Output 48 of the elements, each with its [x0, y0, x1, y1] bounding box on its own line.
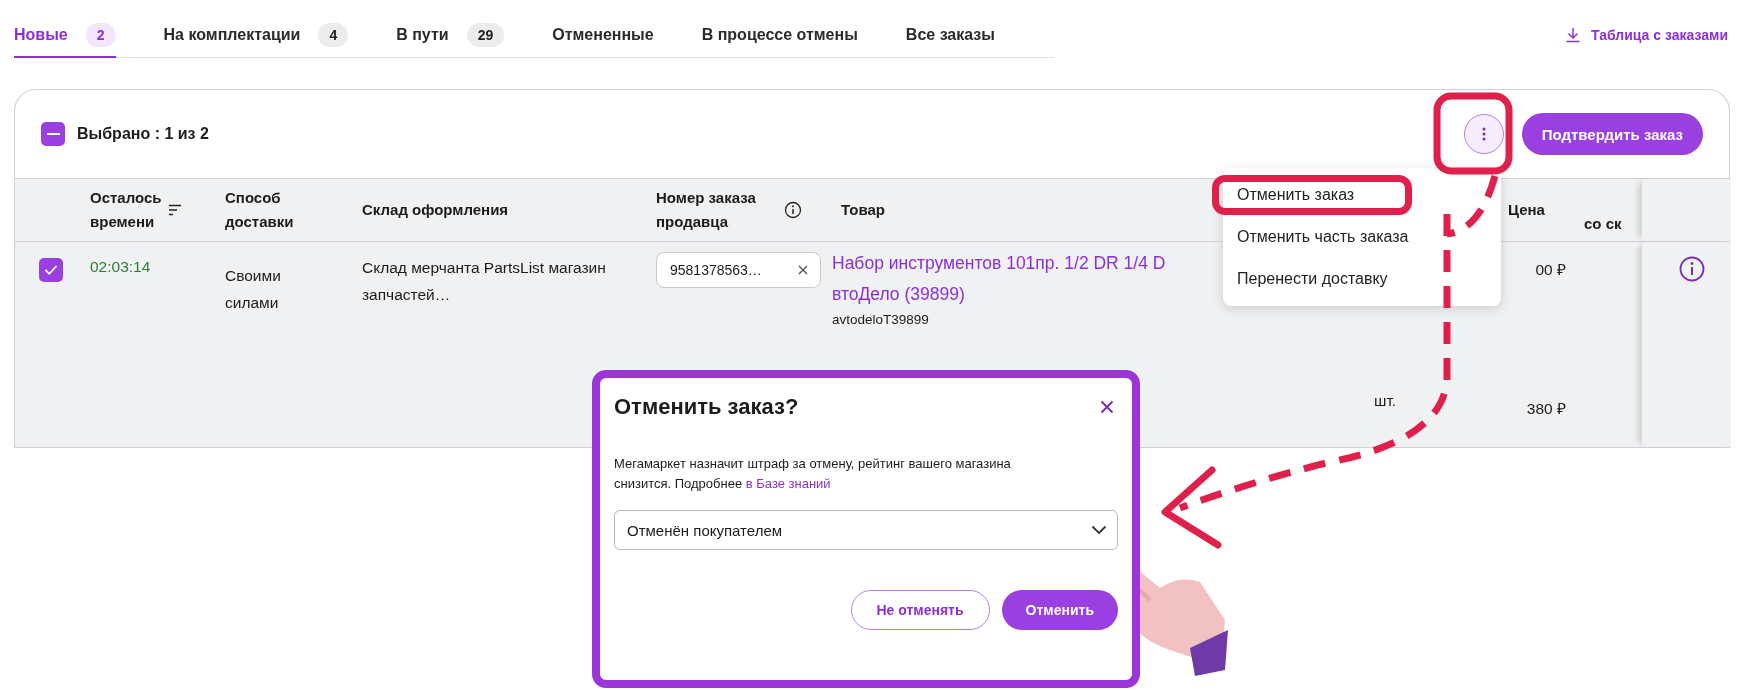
- count-badge: 4: [318, 23, 349, 47]
- select-all-checkbox[interactable]: [41, 122, 65, 146]
- clear-icon[interactable]: [798, 265, 808, 275]
- menu-item[interactable]: Отменить заказ: [1211, 174, 1413, 216]
- order-tab[interactable]: На комплектации 4: [163, 0, 349, 58]
- dialog-title: Отменить заказ?: [614, 394, 799, 420]
- more-icon: [1481, 127, 1486, 141]
- column-header: Товар: [841, 200, 885, 220]
- price-text: 380 ₽: [1526, 399, 1566, 419]
- column-header: Осталось времени: [90, 188, 160, 232]
- order-number-field[interactable]: 9581378563…: [656, 252, 821, 288]
- column-header: Способ доставки: [225, 188, 295, 232]
- export-link[interactable]: Таблица с заказами: [1565, 27, 1728, 43]
- product-sku: avtodeloT39899: [832, 312, 930, 327]
- sort-icon[interactable]: [168, 204, 182, 216]
- menu-item[interactable]: Перенести доставку: [1223, 258, 1501, 300]
- reason-select[interactable]: Отменён покупателем: [614, 510, 1118, 550]
- order-tab[interactable]: В процессе отмены: [701, 0, 858, 58]
- column-header: Цена: [1508, 200, 1545, 220]
- info-icon[interactable]: [784, 201, 802, 219]
- menu-item[interactable]: Отменить часть заказа: [1223, 216, 1501, 258]
- count-badge: 29: [466, 23, 505, 47]
- download-icon: [1565, 27, 1582, 43]
- more-button[interactable]: [1463, 114, 1504, 154]
- row-checkbox[interactable]: [39, 258, 63, 282]
- order-tab[interactable]: В пути 29: [396, 0, 505, 58]
- time-left: 02:03:14: [90, 258, 151, 275]
- warning-text: Мегамаркет назначит штраф за отмену, рейтинг вашего магазина снизится. Подробнее в Базе знаний: [614, 455, 1012, 493]
- chevron-down-icon: [1091, 525, 1107, 535]
- keep-order-button[interactable]: Не отменять: [850, 590, 990, 630]
- column-header: Номер заказа продавца: [656, 188, 757, 232]
- delivery-method: Своими силами: [225, 266, 282, 313]
- price-text: 00 ₽: [1535, 260, 1566, 280]
- count-badge: 2: [85, 23, 116, 47]
- cancel-order-button[interactable]: Отменить: [1001, 590, 1118, 630]
- warehouse-name: Склад мерчанта PartsList магазин запчастей…: [362, 258, 607, 305]
- confirm-order-button[interactable]: Подтвердить заказ: [1521, 113, 1703, 155]
- order-tab[interactable]: Новые 2: [14, 0, 116, 58]
- knowledge-base-link[interactable]: в Базе знаний: [745, 476, 831, 491]
- info-icon[interactable]: [1678, 256, 1705, 282]
- column-header: Склад оформления: [362, 200, 509, 220]
- order-tab[interactable]: Все заказы: [905, 0, 995, 58]
- selection-count: Выбрано : 1 из 2: [77, 125, 209, 143]
- order-tab[interactable]: Отмененные: [552, 0, 654, 58]
- quantity-text: шт.: [1374, 392, 1397, 409]
- checkmark-icon: [44, 264, 58, 276]
- close-icon[interactable]: [1100, 400, 1114, 414]
- column-header: со ск: [1584, 214, 1622, 234]
